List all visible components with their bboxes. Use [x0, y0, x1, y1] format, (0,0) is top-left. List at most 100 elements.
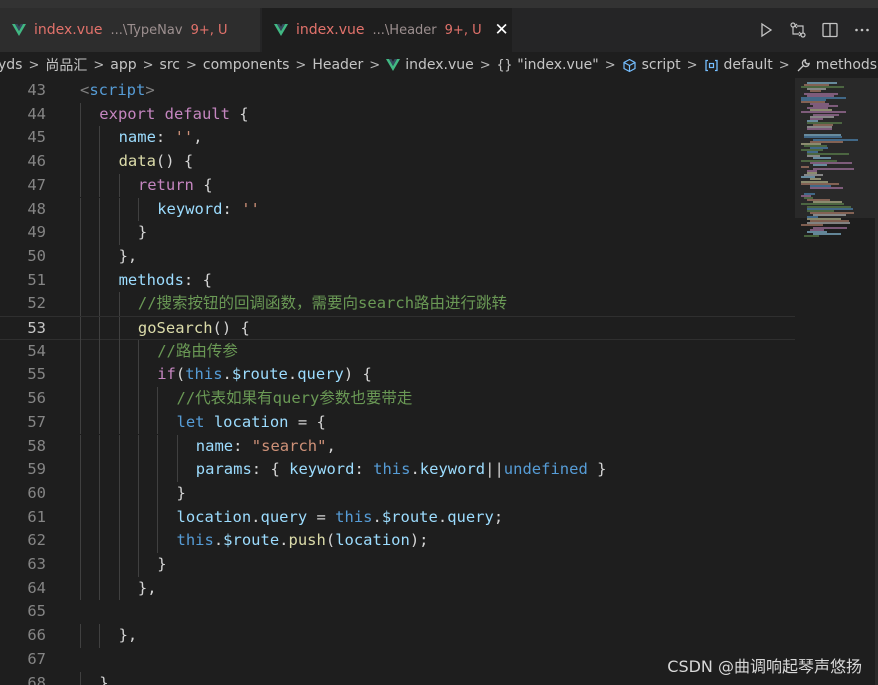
code-text: //搜索按钮的回调函数，需要向search路由进行跳转 [138, 292, 507, 316]
code-token: $route [223, 531, 280, 550]
code-editor[interactable]: 43 <script> 44 export default {45 name: '', 4… [0, 78, 795, 685]
code-token: goSearch [137, 319, 213, 337]
code-line[interactable]: 52 //搜索按钮的回调函数，需要向search路由进行跳转 [0, 292, 795, 316]
indent-guide [80, 553, 81, 577]
breadcrumb-item[interactable]: yds > [0, 57, 45, 73]
close-icon[interactable]: ✕ [494, 21, 510, 39]
code-token: ; [493, 507, 504, 526]
code-line[interactable]: 60} [0, 481, 795, 506]
code-token: } [137, 578, 148, 597]
minimap[interactable] [795, 78, 878, 685]
code-line[interactable]: 55 if(this.$route.query) { [0, 363, 795, 388]
code-token: //代表如果有query参数也要带走 [176, 389, 413, 408]
indent-guide [80, 173, 81, 198]
breadcrumb-item[interactable]: index.vue > [386, 57, 496, 73]
breadcrumb-label: 尚品汇 [45, 58, 88, 74]
indent-guide [99, 244, 101, 269]
code-token: , [147, 578, 157, 597]
indent-guide [118, 387, 120, 411]
code-line[interactable]: 66}, [0, 624, 795, 648]
breadcrumb-item[interactable]: src > [160, 57, 203, 73]
code-text: params: { keyword: this.keyword||undefin… [196, 458, 607, 482]
code-line[interactable]: 46 data() { [0, 150, 795, 174]
code-line[interactable]: 58 name: "search", [0, 434, 795, 459]
editor-actions [750, 8, 878, 52]
breadcrumb-label: index.vue [405, 57, 474, 73]
code-line[interactable]: 56 //代表如果有query参数也要带走 [0, 387, 795, 411]
indent-guide [80, 505, 81, 530]
code-token: '' [241, 199, 260, 218]
code-token: } [99, 673, 109, 685]
breadcrumb-item[interactable]: components > [203, 57, 312, 73]
code-line[interactable]: 43 <script> [0, 79, 795, 103]
code-line[interactable]: 64}, [0, 576, 795, 601]
line-number: 66 [27, 626, 46, 645]
indent-guide [80, 126, 81, 151]
code-line[interactable]: 63} [0, 553, 795, 577]
line-number: 48 [27, 199, 46, 218]
indent-guide [99, 292, 101, 316]
indent-guide [80, 102, 81, 127]
code-line[interactable]: 48 keyword: '' [0, 197, 795, 222]
breadcrumb-item[interactable]: default > [704, 57, 796, 73]
chevron-right-icon: > [604, 57, 616, 73]
indent-guide [80, 317, 81, 341]
chevron-right-icon: > [93, 57, 105, 73]
breadcrumb-item[interactable]: {} "index.vue" > [497, 57, 622, 73]
split-editor-icon[interactable] [814, 14, 846, 46]
indent-guide [99, 197, 101, 222]
code-line[interactable]: 45 name: '', [0, 126, 795, 151]
code-line[interactable]: 49} [0, 221, 795, 245]
code-line[interactable]: 54 //路由传参 [0, 339, 795, 364]
code-line[interactable]: 51 methods: { [0, 268, 795, 293]
code-token: || [485, 460, 504, 479]
code-line[interactable]: 62 this.$route.push(location); [0, 529, 795, 553]
code-text: //代表如果有query参数也要带走 [177, 387, 413, 411]
more-actions-icon[interactable] [846, 14, 878, 46]
breadcrumb-item[interactable]: methods [796, 57, 877, 73]
indent-guide [157, 481, 159, 506]
tab-header-index-vue[interactable]: index.vue ...\Header 9+, U ✕ [262, 8, 512, 52]
code-text: }, [138, 577, 157, 601]
code-token: params [195, 460, 252, 479]
code-token: . [437, 507, 448, 526]
code-line[interactable]: 65 [0, 600, 795, 624]
code-text: goSearch() { [138, 317, 250, 341]
code-line[interactable]: 44 export default { [0, 102, 795, 127]
indent-guide [80, 576, 81, 601]
chevron-right-icon: > [479, 57, 491, 73]
code-text: methods: { [119, 269, 212, 293]
breadcrumb-label: app [110, 57, 137, 73]
code-line[interactable]: 47 return { [0, 173, 795, 198]
indent-guide [80, 458, 81, 482]
code-line[interactable]: 59 params: { keyword: this.keyword||undef… [0, 458, 795, 482]
code-text: this.$route.push(location); [177, 529, 429, 553]
code-token: : [155, 128, 175, 147]
code-text: if(this.$route.query) { [157, 363, 372, 387]
code-token: } [587, 460, 607, 479]
editor-tab-bar: index.vue ...\TypeNav 9+, U index.vue ..… [0, 8, 878, 52]
breadcrumb-item[interactable]: app > [110, 57, 159, 73]
code-text: }, [119, 245, 138, 269]
indent-guide [137, 481, 139, 506]
indent-guide [99, 221, 101, 245]
code-token: return [137, 175, 194, 194]
breadcrumb-item[interactable]: Header > [312, 57, 386, 73]
indent-guide [99, 434, 101, 459]
indent-guide [157, 529, 159, 553]
breadcrumb-item[interactable]: script > [622, 57, 704, 73]
code-line[interactable]: 50}, [0, 244, 795, 269]
run-icon[interactable] [750, 14, 782, 46]
tab-typenav-index-vue[interactable]: index.vue ...\TypeNav 9+, U [0, 8, 260, 52]
code-token: } [157, 555, 167, 573]
code-token: : { [183, 270, 212, 289]
compare-changes-icon[interactable] [782, 14, 814, 46]
code-line[interactable]: 61 location.query = this.$route.query; [0, 505, 795, 530]
code-line[interactable]: 57 let location = { [0, 410, 795, 435]
code-line[interactable]: 53 goSearch() { [0, 316, 795, 341]
line-number: 43 [27, 81, 46, 99]
code-token: : [222, 199, 242, 218]
indent-guide [157, 458, 159, 482]
breadcrumb-item[interactable]: 尚品汇 > [45, 55, 110, 75]
